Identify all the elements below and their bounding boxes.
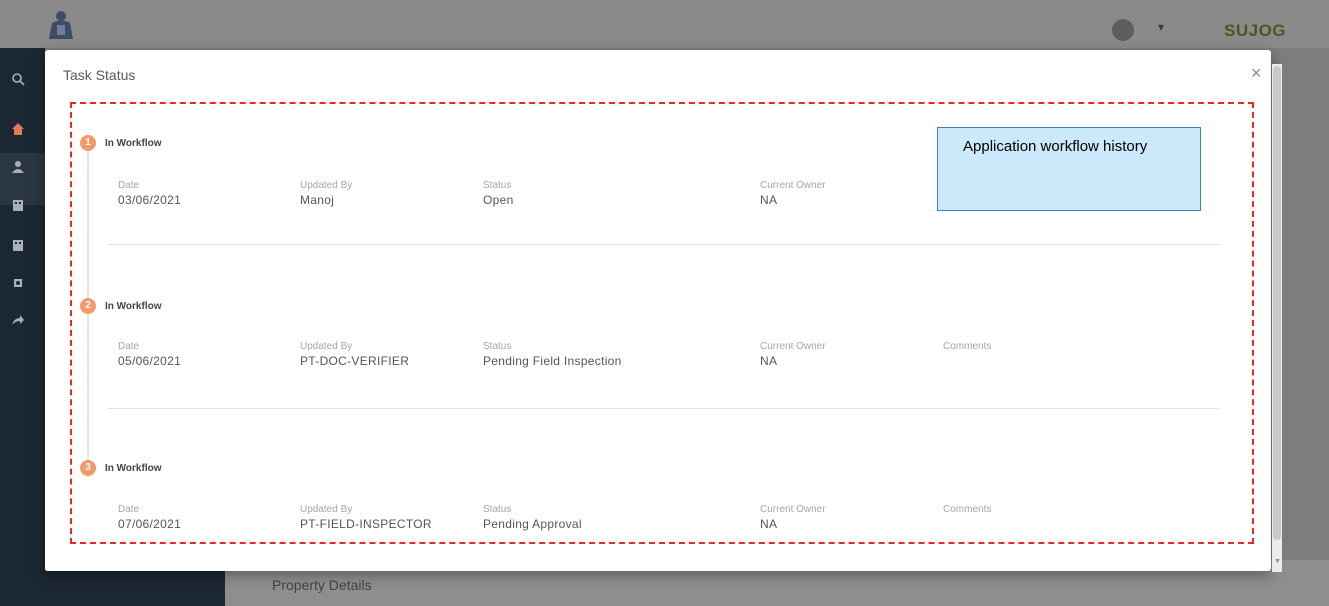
sidebar-item-label[interactable]: [33, 123, 43, 137]
avatar-icon[interactable]: [1112, 19, 1134, 41]
emblem-logo: [49, 11, 73, 39]
annotation-callout: Application workflow history: [937, 127, 1201, 211]
search-icon[interactable]: [10, 72, 26, 88]
building-icon[interactable]: [10, 238, 26, 254]
chevron-down-icon[interactable]: ▾: [1158, 20, 1164, 34]
annotation-text: Application workflow history: [963, 138, 1148, 155]
scrollbar-thumb[interactable]: [1273, 66, 1281, 540]
section-title: Property Details: [272, 577, 372, 593]
close-icon[interactable]: ×: [1251, 64, 1262, 82]
sidebar-lower: [45, 571, 225, 606]
home-icon[interactable]: [10, 122, 26, 138]
modal-title: Task Status: [63, 67, 136, 83]
gear-icon[interactable]: [10, 276, 26, 292]
scroll-down-arrow-icon[interactable]: ▼: [1274, 558, 1281, 565]
user-icon[interactable]: [10, 160, 26, 176]
brand-logo: SUJOG: [1224, 21, 1287, 40]
top-bar: ▾ SUJOG: [0, 0, 1329, 48]
sidebar: [0, 48, 45, 606]
building-icon[interactable]: [10, 198, 26, 214]
share-icon[interactable]: [10, 313, 26, 329]
